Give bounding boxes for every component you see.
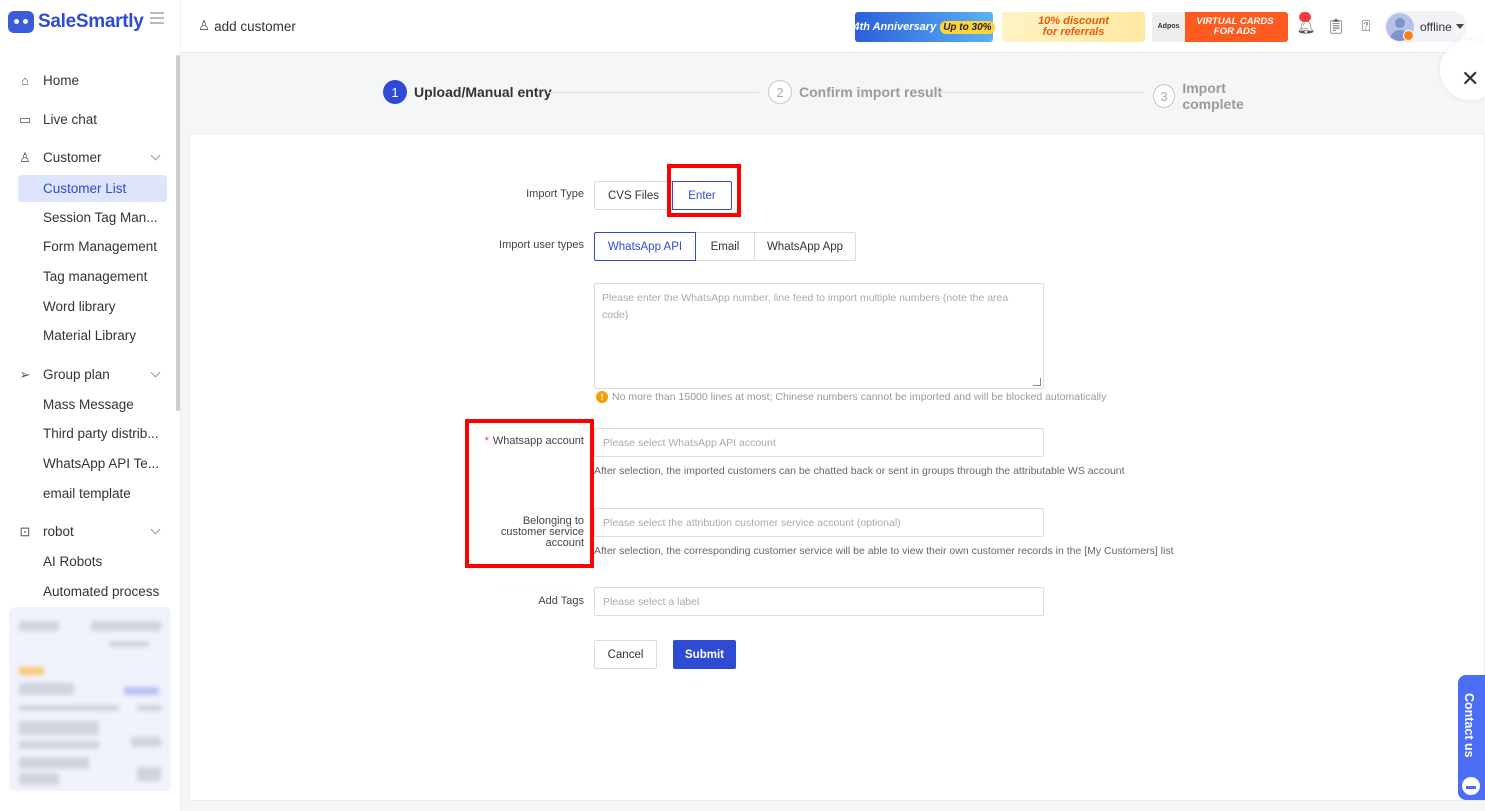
robot-logo-icon xyxy=(8,11,34,33)
tags-select[interactable]: Please select a label xyxy=(594,587,1044,616)
step-label: Upload/Manual entry xyxy=(414,84,552,100)
notification-badge xyxy=(1299,12,1311,22)
discount-line2: for referrals xyxy=(1042,26,1105,38)
anniversary-banner[interactable]: 4th Anniversary Up to 30% xyxy=(853,12,995,42)
sidebar-item-live-chat[interactable]: ▭ Live chat xyxy=(18,106,167,133)
step-number: 3 xyxy=(1153,84,1176,108)
sidebar: SaleSmartly ⌂ Home ▭ Live chat ♙ Custome… xyxy=(0,0,181,811)
status-dot xyxy=(1403,30,1414,41)
import-type-label: Import Type xyxy=(526,188,584,200)
brand-name: SaleSmartly xyxy=(38,11,144,32)
sidebar-item-label: Live chat xyxy=(43,112,98,127)
page-title-text: add customer xyxy=(214,18,296,34)
logo[interactable]: SaleSmartly xyxy=(8,9,144,35)
sidebar-item-label: Home xyxy=(43,73,80,88)
numbers-tip: ! No more than 15000 lines at most; Chin… xyxy=(596,391,1106,403)
sidebar-item-mass-message[interactable]: Mass Message xyxy=(18,391,167,418)
service-account-help: After selection, the corresponding custo… xyxy=(594,545,1174,557)
whatsapp-account-help: After selection, the imported customers … xyxy=(594,465,1125,477)
step-upload: 1 Upload/Manual entry xyxy=(383,80,552,104)
sidebar-item-group-plan[interactable]: ➢ Group plan xyxy=(18,361,167,388)
user-type-email[interactable]: Email xyxy=(695,232,755,261)
top-bar: ♙ add customer 4th Anniversary Up to 30%… xyxy=(181,0,1485,53)
contact-us-tab[interactable]: Contact us ▬ xyxy=(1458,675,1485,800)
user-type-whatsapp-app[interactable]: WhatsApp App xyxy=(754,232,856,261)
submit-button[interactable]: Submit xyxy=(673,640,736,669)
import-user-types-label: Import user types xyxy=(499,239,584,251)
sidebar-item-form-management[interactable]: Form Management xyxy=(18,233,167,260)
referral-discount-banner[interactable]: 10% discount for referrals xyxy=(1002,12,1145,42)
import-type-enter[interactable]: Enter xyxy=(672,181,732,210)
sidebar-item-customer[interactable]: ♙ Customer xyxy=(18,144,167,171)
chevron-down-icon xyxy=(150,367,161,378)
numbers-tip-text: No more than 15000 lines at most; Chines… xyxy=(612,391,1107,403)
sidebar-item-third-party[interactable]: Third party distrib... xyxy=(18,420,167,447)
adpos-logo: Adpos xyxy=(1152,12,1185,42)
send-icon: ➢ xyxy=(19,366,31,382)
contact-us-text: Contact us xyxy=(1462,693,1476,758)
home-icon: ⌂ xyxy=(21,73,29,88)
step-label: Import complete xyxy=(1182,80,1244,112)
blurred-account-card xyxy=(9,607,171,791)
sidebar-item-session-tag[interactable]: Session Tag Man... xyxy=(18,204,167,231)
sidebar-item-label: Group plan xyxy=(43,367,110,382)
sidebar-item-automated-process[interactable]: Automated process xyxy=(18,578,167,605)
import-type-segment: CVS Files Enter xyxy=(594,181,732,210)
robot-icon: ⊡ xyxy=(19,523,31,539)
clipboard-icon[interactable]: 📋︎ xyxy=(1326,17,1345,35)
highlight-box-accounts xyxy=(465,419,594,568)
sidebar-item-label: robot xyxy=(43,524,74,539)
sidebar-item-whatsapp-api-template[interactable]: WhatsApp API Te... xyxy=(18,450,167,477)
chat-bubble-icon: ▬ xyxy=(1462,777,1480,795)
caret-down-icon xyxy=(1455,24,1464,29)
cancel-button[interactable]: Cancel xyxy=(594,640,657,669)
sidebar-item-email-template[interactable]: email template xyxy=(18,480,167,507)
sidebar-item-robot[interactable]: ⊡ robot xyxy=(18,518,167,545)
sidebar-item-word-library[interactable]: Word library xyxy=(18,293,167,320)
users-icon: ♙ xyxy=(198,18,211,33)
chat-icon: ▭ xyxy=(18,111,32,127)
service-account-select[interactable]: Please select the attribution customer s… xyxy=(594,508,1044,537)
step-number: 2 xyxy=(768,80,792,104)
virtual-line2: FOR ADS xyxy=(1213,26,1257,37)
sidebar-item-ai-robots[interactable]: AI Robots xyxy=(18,548,167,575)
chevron-down-icon xyxy=(150,524,161,535)
sidebar-item-customer-list[interactable]: Customer List xyxy=(18,175,167,202)
page-title: ♙ add customer xyxy=(198,18,296,34)
warning-icon: ! xyxy=(596,391,608,403)
user-status-text: offline xyxy=(1420,19,1452,34)
sidebar-item-material-library[interactable]: Material Library xyxy=(18,322,167,349)
user-status-dropdown[interactable]: offline xyxy=(1385,11,1467,42)
sidebar-item-tag-management[interactable]: Tag management xyxy=(18,263,167,290)
whatsapp-account-select[interactable]: Please select WhatsApp API account xyxy=(594,428,1044,457)
step-label: Confirm import result xyxy=(799,84,943,100)
anniversary-pill: Up to 30% xyxy=(940,20,995,34)
sidebar-item-home[interactable]: ⌂ Home xyxy=(18,67,167,94)
import-type-cvs-files[interactable]: CVS Files xyxy=(594,181,673,210)
import-steps: 1 Upload/Manual entry 2 Confirm import r… xyxy=(383,80,1283,112)
close-icon: ✕ xyxy=(1461,66,1480,91)
help-icon[interactable]: ⍰ xyxy=(1358,17,1374,35)
step-connector xyxy=(938,92,1144,93)
step-confirm: 2 Confirm import result xyxy=(768,80,942,104)
add-tags-label: Add Tags xyxy=(538,595,584,607)
step-connector xyxy=(547,92,759,93)
step-number: 1 xyxy=(383,80,407,104)
whatsapp-numbers-textarea[interactable]: Please enter the WhatsApp number, line f… xyxy=(594,283,1044,389)
users-icon: ♙ xyxy=(19,149,31,165)
import-user-types-segment: WhatsApp API Email WhatsApp App xyxy=(594,232,856,261)
menu-collapse-icon[interactable] xyxy=(150,12,164,24)
user-type-whatsapp-api[interactable]: WhatsApp API xyxy=(594,232,696,261)
sidebar-item-label: Customer xyxy=(43,150,102,165)
chevron-down-icon xyxy=(150,150,161,161)
virtual-cards-banner[interactable]: Adpos VIRTUAL CARDS FOR ADS xyxy=(1152,12,1288,42)
step-complete: 3 Import complete xyxy=(1153,80,1283,112)
sidebar-scrollbar[interactable] xyxy=(176,55,180,411)
anniversary-text: 4th Anniversary xyxy=(853,21,937,33)
